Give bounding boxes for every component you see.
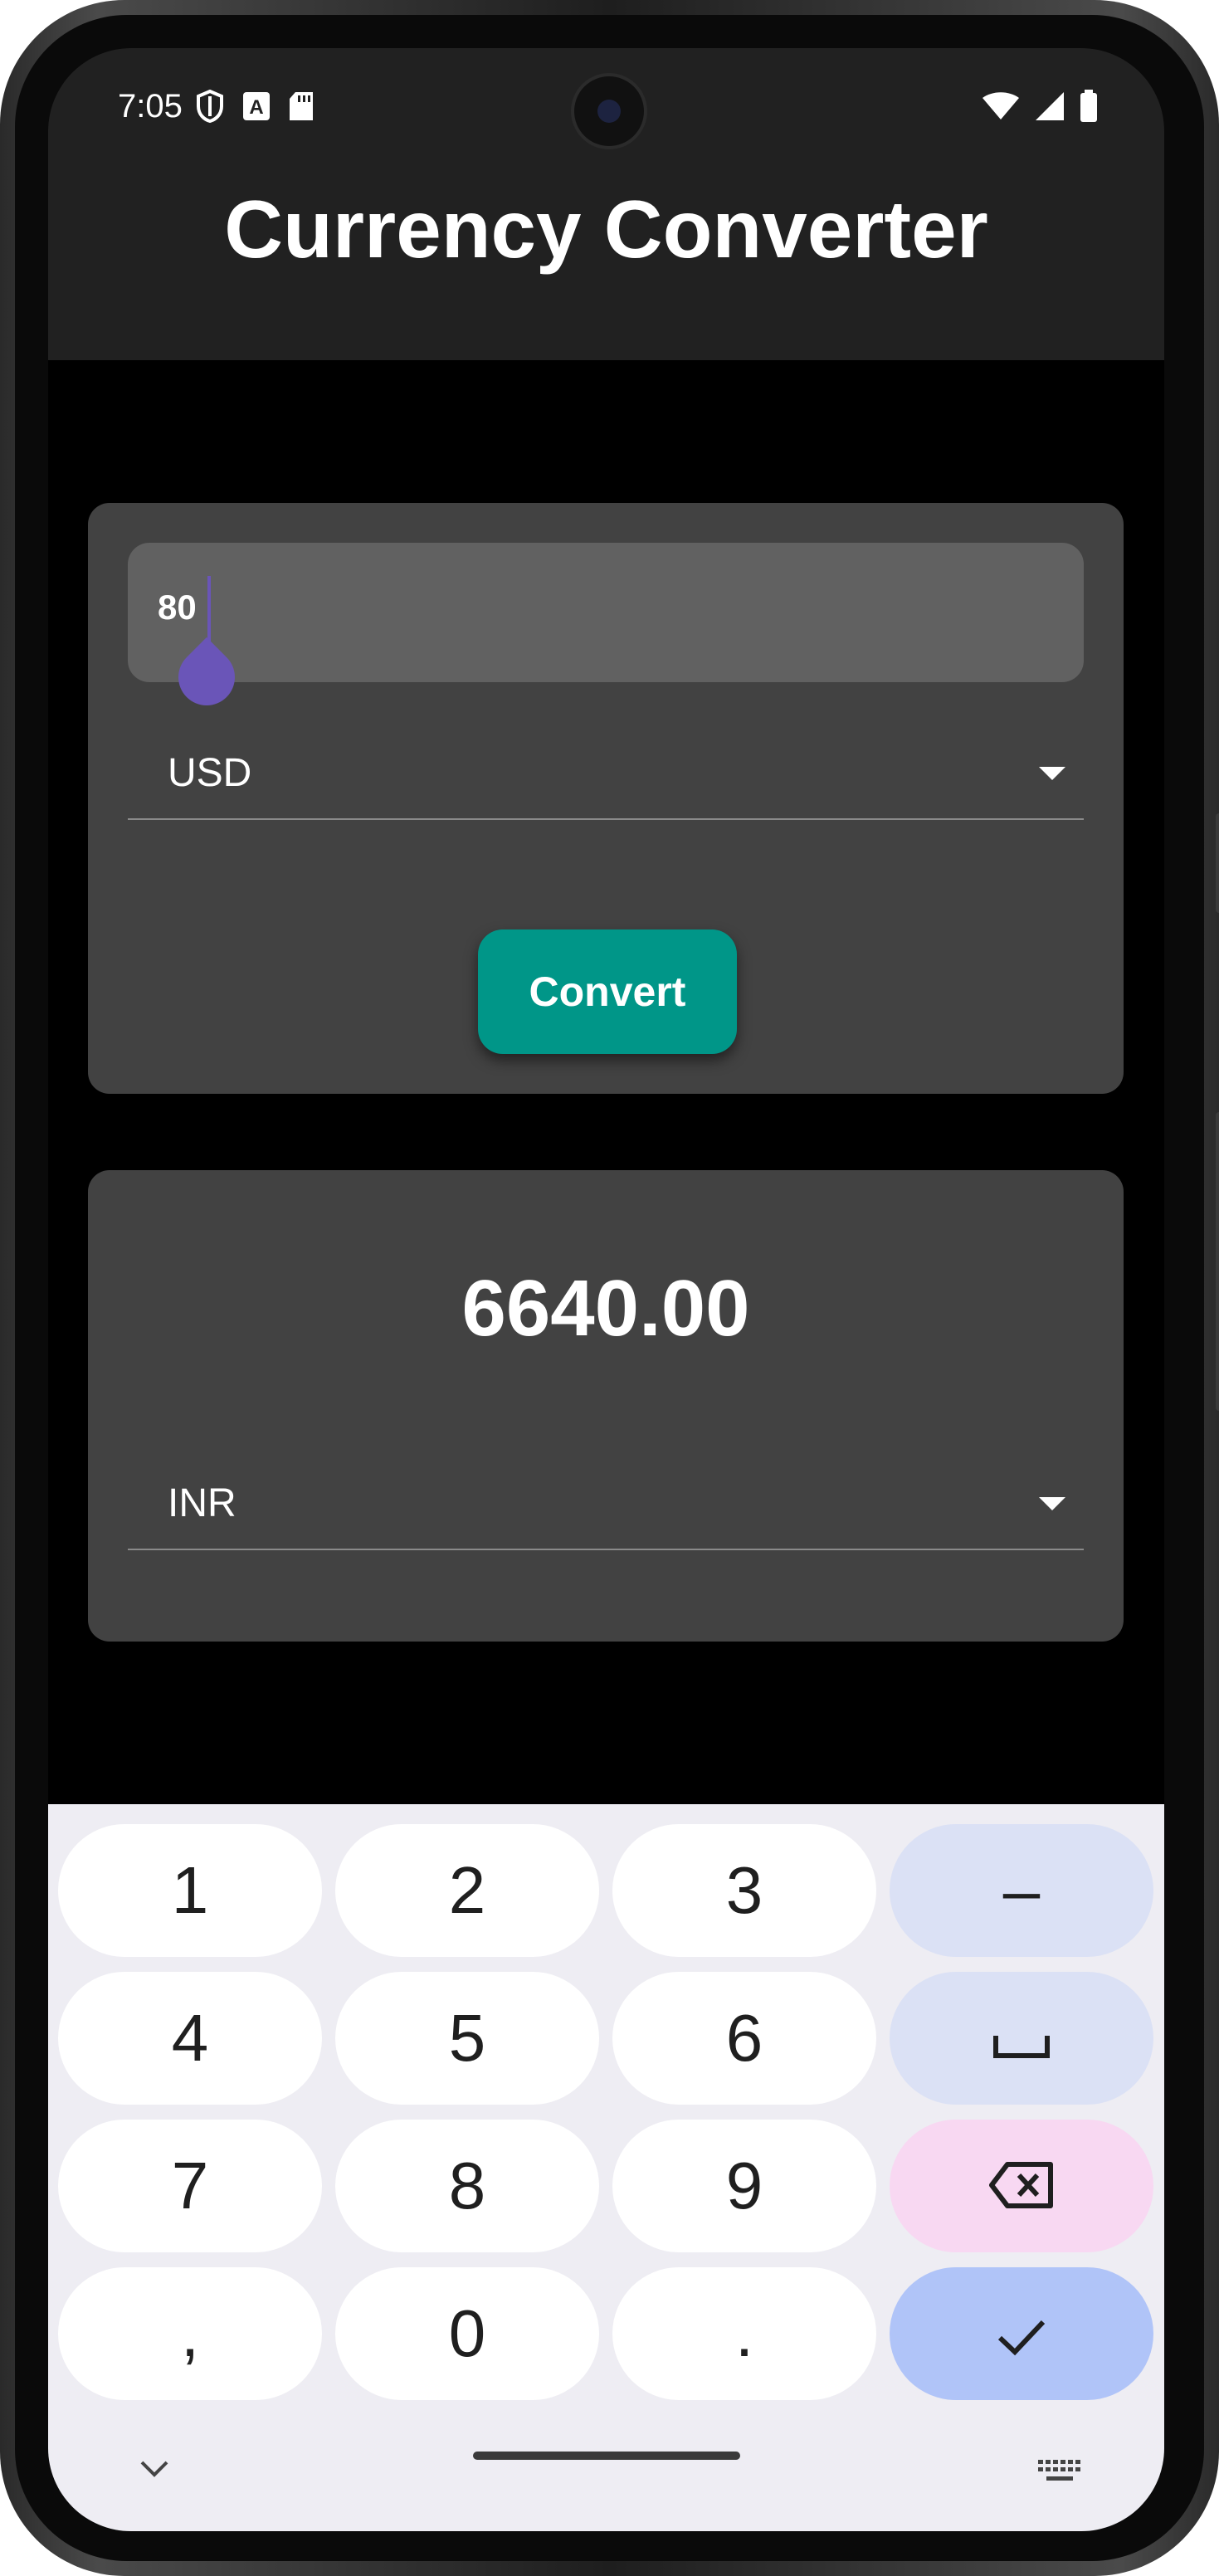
amount-value: 80 — [158, 588, 197, 627]
key-8[interactable]: 8 — [335, 2120, 599, 2252]
keyboard-switch-icon[interactable] — [1038, 2460, 1081, 2489]
space-icon — [992, 2000, 1051, 2076]
from-currency-value: USD — [168, 751, 252, 795]
key-9[interactable]: 9 — [612, 2120, 876, 2252]
cursor-handle[interactable] — [166, 637, 247, 718]
text-a-icon: A — [242, 91, 271, 125]
amount-input[interactable]: 80 — [128, 543, 1084, 718]
shield-icon — [196, 89, 224, 127]
backspace-icon — [989, 2148, 1054, 2224]
wifi-icon — [982, 91, 1020, 125]
svg-text:A: A — [249, 96, 263, 119]
key-comma[interactable]: , — [58, 2267, 322, 2400]
phone-frame: 7:05 A Currency Converter 80 USD Convert… — [0, 0, 1219, 2576]
numeric-keyboard: 1 2 3 – 4 5 6 7 8 9 , 0 . — [48, 1804, 1164, 2531]
key-5[interactable]: 5 — [335, 1972, 599, 2105]
volume-button — [1216, 813, 1219, 913]
key-2[interactable]: 2 — [335, 1824, 599, 1957]
keyboard-collapse-icon[interactable] — [139, 2460, 169, 2482]
status-bar: 7:05 A — [48, 48, 1164, 164]
from-currency-dropdown[interactable]: USD — [128, 727, 1084, 820]
key-6[interactable]: 6 — [612, 1972, 876, 2105]
dropdown-arrow-icon — [1039, 767, 1065, 780]
checkmark-icon — [997, 2295, 1046, 2372]
key-0[interactable]: 0 — [335, 2267, 599, 2400]
key-space[interactable] — [890, 1972, 1153, 2105]
home-indicator[interactable] — [473, 2452, 740, 2460]
power-button — [1216, 1112, 1219, 1411]
battery-icon — [1080, 90, 1098, 127]
dropdown-arrow-icon — [1039, 1497, 1065, 1510]
key-backspace[interactable] — [890, 2120, 1153, 2252]
key-7[interactable]: 7 — [58, 2120, 322, 2252]
convert-button[interactable]: Convert — [478, 929, 737, 1054]
key-minus[interactable]: – — [890, 1824, 1153, 1957]
sd-card-icon — [289, 91, 314, 125]
status-icons-right — [982, 90, 1098, 127]
result-value: 6640.00 — [461, 1264, 750, 1353]
converter-card: 80 USD Convert — [88, 503, 1124, 1094]
signal-icon — [1035, 91, 1065, 125]
app-bar: Currency Converter — [48, 164, 1164, 360]
to-currency-value: INR — [168, 1481, 236, 1525]
key-3[interactable]: 3 — [612, 1824, 876, 1957]
status-icons-left: A — [196, 89, 314, 127]
key-period[interactable]: . — [612, 2267, 876, 2400]
key-done[interactable] — [890, 2267, 1153, 2400]
screen: 7:05 A Currency Converter 80 USD Convert… — [48, 48, 1164, 2531]
key-4[interactable]: 4 — [58, 1972, 322, 2105]
app-title: Currency Converter — [224, 183, 988, 275]
key-1[interactable]: 1 — [58, 1824, 322, 1957]
result-card: 6640.00 INR — [88, 1170, 1124, 1642]
front-camera — [571, 73, 647, 149]
status-time: 7:05 — [118, 88, 183, 124]
to-currency-dropdown[interactable]: INR — [128, 1457, 1084, 1550]
